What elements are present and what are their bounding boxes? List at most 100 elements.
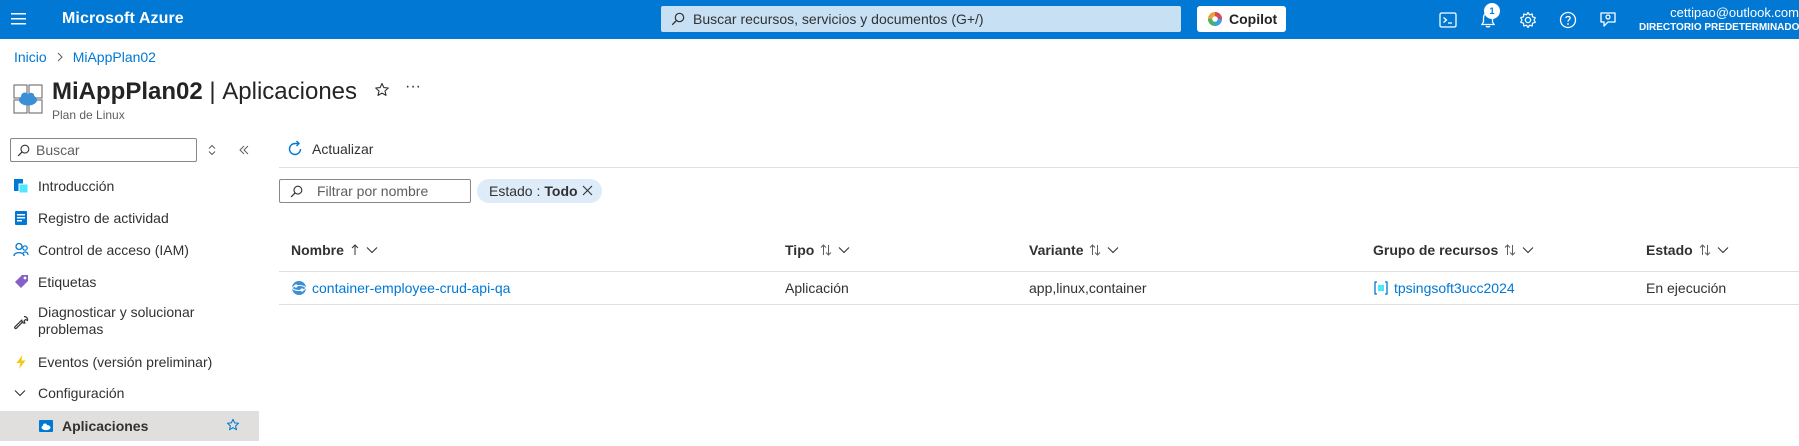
tag-icon	[15, 275, 28, 288]
activity-log-icon	[15, 211, 27, 225]
user-email: cettipao@outlook.com	[1670, 5, 1799, 20]
chevron-down-icon	[14, 390, 26, 397]
global-search-placeholder: Buscar recursos, servicios y documentos …	[693, 11, 984, 27]
favorite-star-icon[interactable]	[226, 418, 240, 432]
sidebar-item-label: Registro de actividad	[38, 210, 169, 226]
search-icon	[671, 12, 685, 26]
sort-icon	[820, 244, 832, 256]
sidebar-search-input[interactable]: Buscar	[10, 138, 197, 162]
collapse-sidebar-icon[interactable]	[238, 144, 250, 156]
sidebar-item-label: Introducción	[38, 178, 115, 194]
feedback-icon[interactable]	[1598, 10, 1618, 30]
sidebar-item-label-group: Diagnosticar y solucionar problemas	[38, 304, 194, 338]
settings-icon[interactable]	[1518, 10, 1538, 30]
state-filter-value: Todo	[544, 183, 578, 199]
sidebar-item-label: Eventos (versión preliminar)	[38, 354, 213, 370]
menu-icon[interactable]	[10, 11, 28, 27]
wrench-icon	[14, 315, 29, 330]
sidebar-item-diagnose[interactable]: Diagnosticar y solucionar problemas	[0, 304, 259, 340]
chevron-down-icon	[838, 247, 850, 254]
sidebar-item-events[interactable]: Eventos (versión preliminar)	[0, 352, 259, 372]
column-header-type[interactable]: Tipo	[785, 242, 850, 258]
breadcrumb: Inicio MiAppPlan02	[14, 49, 156, 65]
refresh-button[interactable]: Actualizar	[286, 140, 373, 158]
resource-subtitle: Plan de Linux	[52, 108, 125, 122]
cell-type: Aplicación	[785, 280, 849, 296]
column-header-variant[interactable]: Variante	[1029, 242, 1119, 258]
column-header-resource-group[interactable]: Grupo de recursos	[1373, 242, 1534, 258]
iam-icon	[13, 242, 29, 257]
search-icon	[290, 185, 303, 197]
sidebar-item-label: Diagnosticar y solucionar	[38, 304, 195, 320]
state-filter-label: Estado :	[489, 183, 541, 199]
app-service-icon	[39, 420, 53, 432]
chevron-down-icon	[1717, 247, 1729, 254]
sidebar-item-activity-log[interactable]: Registro de actividad	[0, 208, 259, 228]
user-directory: DIRECTORIO PREDETERMINADO	[1639, 22, 1799, 33]
close-icon[interactable]	[582, 185, 593, 196]
table-header-divider	[279, 271, 1799, 272]
user-account[interactable]: cettipao@outlook.com DIRECTORIO PREDETER…	[1639, 5, 1799, 33]
sidebar-item-label: Configuración	[38, 385, 125, 401]
cell-state: En ejecución	[1646, 280, 1727, 296]
column-header-label: Grupo de recursos	[1373, 242, 1499, 258]
top-bar: Microsoft Azure Buscar recursos, servici…	[0, 0, 1799, 39]
title-separator: |	[202, 78, 223, 105]
column-header-name[interactable]: Nombre	[291, 242, 378, 258]
resource-group-icon	[1374, 281, 1388, 295]
sidebar-item-label: Aplicaciones	[62, 418, 149, 434]
help-icon[interactable]	[1558, 10, 1578, 30]
sort-icon	[1090, 244, 1101, 256]
refresh-icon	[288, 140, 302, 156]
lightning-icon	[16, 355, 26, 369]
chevron-down-icon	[1108, 247, 1119, 254]
app-service-icon	[292, 281, 306, 295]
table-row-divider	[279, 304, 1799, 305]
column-header-label: Nombre	[291, 242, 344, 258]
sidebar-item-overview[interactable]: Introducción	[0, 176, 259, 196]
favorite-star-icon[interactable]	[374, 82, 390, 98]
brand-title[interactable]: Microsoft Azure	[62, 10, 184, 28]
more-options-button[interactable]: ···	[405, 79, 423, 98]
page-title: MiAppPlan02 | Aplicaciones	[52, 78, 357, 106]
filter-name-placeholder: Filtrar por nombre	[317, 183, 429, 199]
column-header-label: Tipo	[785, 242, 815, 258]
app-name-link[interactable]: container-employee-crud-api-qa	[312, 280, 510, 296]
chevron-right-icon	[57, 52, 63, 62]
chevron-down-icon	[1522, 247, 1534, 254]
sidebar-item-applications[interactable]: Aplicaciones	[0, 411, 259, 441]
sidebar-item-label: Control de acceso (IAM)	[38, 242, 189, 258]
cell-variant: app,linux,container	[1029, 280, 1147, 296]
resource-group-link[interactable]: tpsingsoft3ucc2024	[1394, 280, 1515, 296]
sidebar-item-tags[interactable]: Etiquetas	[0, 272, 259, 292]
chevron-down-icon	[366, 247, 378, 254]
expand-collapse-icon[interactable]	[207, 144, 217, 156]
sidebar-item-configuration[interactable]: Configuración	[0, 383, 259, 403]
column-header-state[interactable]: Estado	[1646, 242, 1729, 258]
notification-badge: 1	[1484, 3, 1500, 19]
resource-name: MiAppPlan02	[52, 78, 203, 105]
sort-ascending-icon	[351, 244, 359, 255]
filter-name-input[interactable]: Filtrar por nombre	[279, 179, 471, 203]
global-search-input[interactable]: Buscar recursos, servicios y documentos …	[661, 6, 1181, 32]
cell-name: container-employee-crud-api-qa	[291, 280, 510, 296]
app-service-plan-icon	[13, 84, 43, 114]
sidebar-search-placeholder: Buscar	[36, 142, 80, 158]
copilot-button[interactable]: Copilot	[1197, 6, 1286, 32]
copilot-label: Copilot	[1229, 11, 1278, 27]
breadcrumb-resource[interactable]: MiAppPlan02	[73, 49, 156, 65]
column-header-label: Estado	[1646, 242, 1693, 258]
column-header-label: Variante	[1029, 242, 1084, 258]
refresh-label: Actualizar	[312, 141, 374, 157]
overview-icon	[14, 179, 29, 194]
sidebar-item-label-line2: problemas	[38, 321, 104, 337]
breadcrumb-home[interactable]: Inicio	[14, 49, 47, 65]
copilot-icon	[1208, 12, 1222, 26]
sidebar-item-iam[interactable]: Control de acceso (IAM)	[0, 240, 259, 260]
cell-resource-group: tpsingsoft3ucc2024	[1373, 280, 1515, 296]
sort-icon	[1699, 244, 1711, 256]
cloud-shell-icon[interactable]	[1438, 10, 1458, 30]
sort-icon	[1504, 244, 1516, 256]
search-icon	[17, 144, 30, 156]
state-filter-pill[interactable]: Estado : Todo	[477, 179, 602, 203]
